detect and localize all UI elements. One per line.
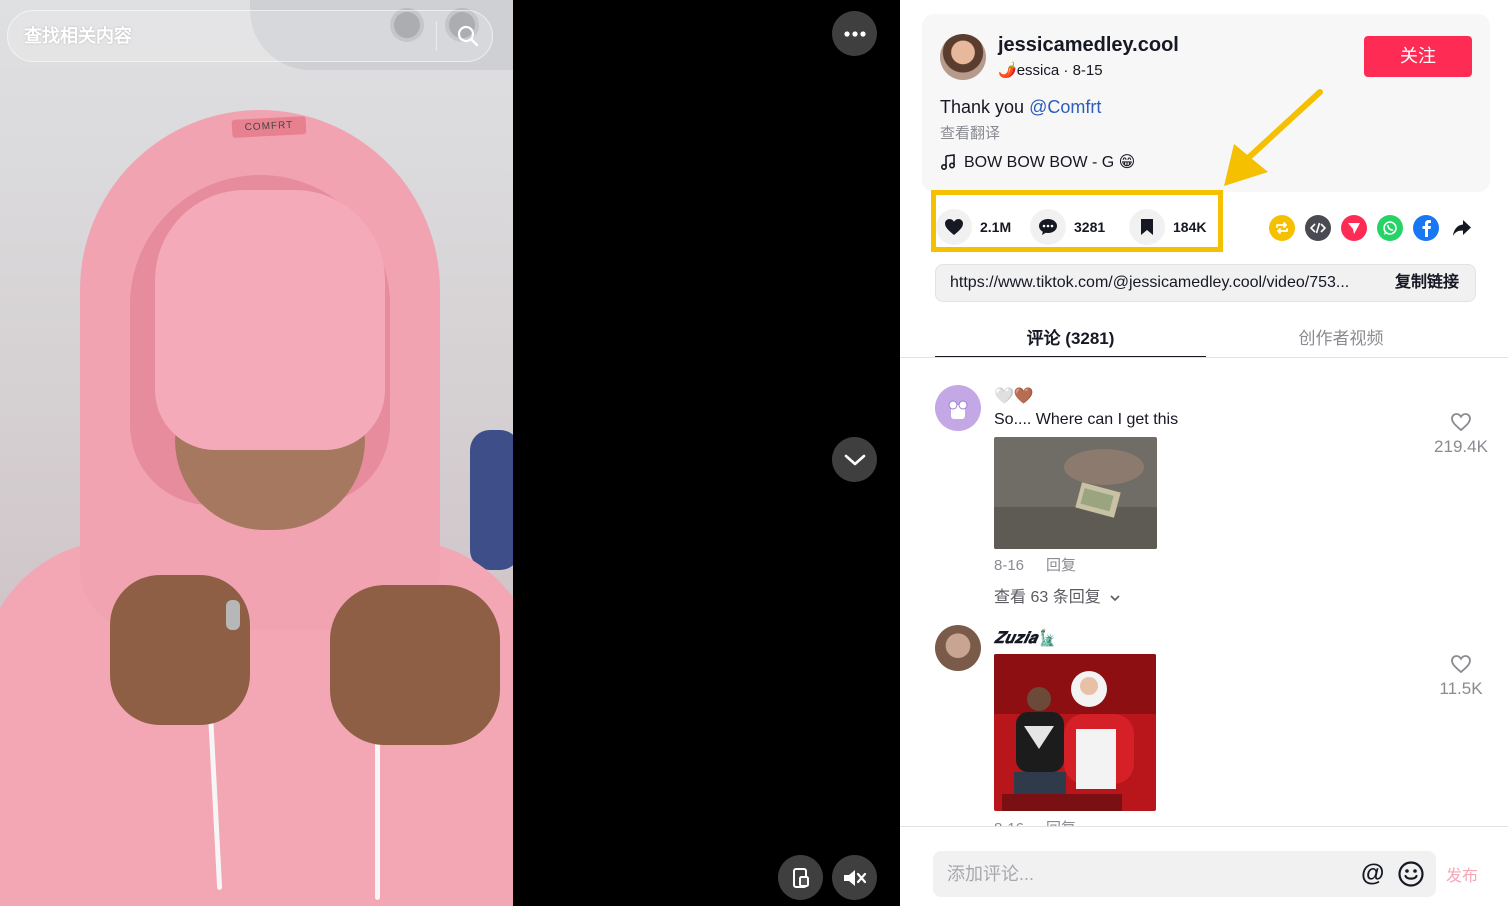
emoji-button[interactable] — [1397, 860, 1425, 893]
view-replies-label: 查看 63 条回复 — [994, 589, 1101, 606]
drawstring — [375, 720, 380, 900]
mute-button[interactable] — [832, 855, 877, 900]
music-link[interactable]: BOW BOW BOW - G 😁 — [940, 152, 1135, 172]
send-icon — [1348, 223, 1360, 234]
post-comment-button[interactable]: 发布 — [1446, 862, 1478, 886]
bookmark-button[interactable]: 184K — [1129, 209, 1206, 245]
heart-outline-icon — [1451, 655, 1471, 674]
seat — [470, 430, 513, 570]
follow-button[interactable]: 关注 — [1364, 36, 1472, 77]
floating-player-button[interactable] — [778, 855, 823, 900]
bookmark-icon-wrap — [1129, 209, 1165, 245]
search-bar[interactable]: 查找相关内容 — [7, 10, 493, 62]
avatar[interactable] — [935, 385, 981, 431]
share-link-box: https://www.tiktok.com/@jessicamedley.co… — [935, 264, 1476, 302]
heart-outline-icon — [1451, 413, 1471, 432]
comment-like-button[interactable]: 11.5K — [1421, 654, 1501, 699]
share-url[interactable]: https://www.tiktok.com/@jessicamedley.co… — [950, 265, 1370, 301]
comment-like-button[interactable]: 219.4K — [1421, 412, 1501, 457]
post-date: 8-15 — [1072, 62, 1103, 79]
copy-link-button[interactable]: 复制链接 — [1395, 265, 1459, 301]
music-note-icon — [941, 154, 956, 170]
comment-button[interactable]: 3281 — [1030, 209, 1105, 245]
commenter-name[interactable]: 𝒁𝒖𝒛𝒊𝒂🗽 — [994, 628, 1057, 648]
like-count: 2.1M — [980, 219, 1012, 235]
caption-text: Thank you — [940, 97, 1030, 117]
emoji-icon — [1398, 861, 1424, 887]
facebook-share-button[interactable] — [1413, 215, 1439, 241]
save-count: 184K — [1173, 219, 1207, 235]
heart-icon — [945, 219, 963, 235]
mention-button[interactable]: @ — [1361, 859, 1384, 889]
comment-input[interactable]: 添加评论... @ — [933, 851, 1436, 897]
speaker-muted-icon — [843, 869, 866, 886]
device-icon — [792, 867, 809, 888]
comment-gif[interactable] — [994, 437, 1157, 549]
ring — [226, 600, 240, 630]
comment-icon-wrap — [1030, 209, 1066, 245]
commenter-name[interactable]: 🤍🤎 — [994, 386, 1034, 406]
comment-count: 3281 — [1074, 219, 1106, 235]
search-divider — [436, 21, 437, 51]
chevron-down-icon — [1110, 595, 1120, 602]
comment-placeholder: 添加评论... — [947, 864, 1035, 884]
author-meta: 🌶️essica · 8-15 — [998, 61, 1103, 79]
author-username[interactable]: jessicamedley.cool — [998, 34, 1179, 57]
comment-text: So.... Where can I get this — [994, 411, 1179, 428]
view-replies-button[interactable]: 查看 63 条回复 — [994, 583, 1121, 607]
mention-link[interactable]: @Comfrt — [1029, 97, 1101, 117]
chevron-down-icon — [844, 454, 865, 465]
embed-button[interactable] — [1305, 215, 1331, 241]
more-share-button[interactable] — [1449, 215, 1475, 241]
hand — [330, 585, 500, 745]
like-icon-wrap — [936, 209, 972, 245]
whatsapp-icon — [1383, 221, 1397, 235]
embed-icon — [1310, 222, 1326, 234]
composer-divider — [900, 826, 1508, 827]
comment-meta: 8-16回复 — [994, 817, 1076, 826]
search-input[interactable]: 查找相关内容 — [24, 11, 132, 61]
reply-button[interactable]: 回复 — [1046, 557, 1076, 574]
video-frame: COMFRT 查找相关内容 — [0, 0, 513, 906]
video-player[interactable]: COMFRT 查找相关内容 — [0, 0, 900, 906]
comment-bubble-icon — [1039, 219, 1057, 235]
tab-creator-videos[interactable]: 创作者视频 — [1206, 324, 1476, 358]
comment-like-count: 219.4K — [1434, 437, 1488, 456]
more-options-button[interactable] — [832, 11, 877, 56]
author-nickname: essica — [1016, 62, 1060, 79]
avatar[interactable] — [935, 625, 981, 671]
repost-button[interactable] — [1269, 215, 1295, 241]
author-avatar[interactable] — [940, 34, 986, 80]
comment-like-count: 11.5K — [1439, 679, 1483, 698]
music-title: BOW BOW BOW - G 😁 — [964, 154, 1136, 171]
hand — [110, 575, 250, 725]
comment-gif[interactable] — [994, 654, 1156, 811]
comment-date: 8-16 — [994, 557, 1025, 574]
separator: · — [1063, 62, 1073, 79]
author-card: jessicamedley.cool 🌶️essica · 8-15 关注 Th… — [922, 14, 1490, 192]
whatsapp-share-button[interactable] — [1377, 215, 1403, 241]
share-arrow-icon — [1453, 220, 1471, 236]
annotation-arrow-icon — [1224, 89, 1323, 186]
more-icon — [843, 30, 866, 37]
bookmark-icon — [1141, 219, 1153, 235]
comment-list: 🤍🤎 So.... Where can I get this 8-16 回复 查看… — [900, 358, 1508, 826]
repost-icon — [1276, 222, 1288, 234]
send-to-friends-button[interactable] — [1341, 215, 1367, 241]
post-caption: Thank you @Comfrt — [940, 97, 1101, 118]
search-button[interactable] — [442, 11, 494, 61]
avatar-bear-icon — [948, 400, 968, 419]
sleep-mask — [155, 190, 385, 450]
tab-comments[interactable]: 评论 (3281) — [935, 324, 1206, 358]
comment-meta: 8-16 回复 — [994, 554, 1076, 575]
like-button[interactable]: 2.1M — [936, 209, 1011, 245]
translate-link[interactable]: 查看翻译 — [940, 122, 1000, 143]
chili-pepper-icon: 🌶️ — [998, 62, 1017, 79]
facebook-icon — [1422, 220, 1431, 237]
next-video-button[interactable] — [832, 437, 877, 482]
search-icon — [457, 25, 479, 47]
